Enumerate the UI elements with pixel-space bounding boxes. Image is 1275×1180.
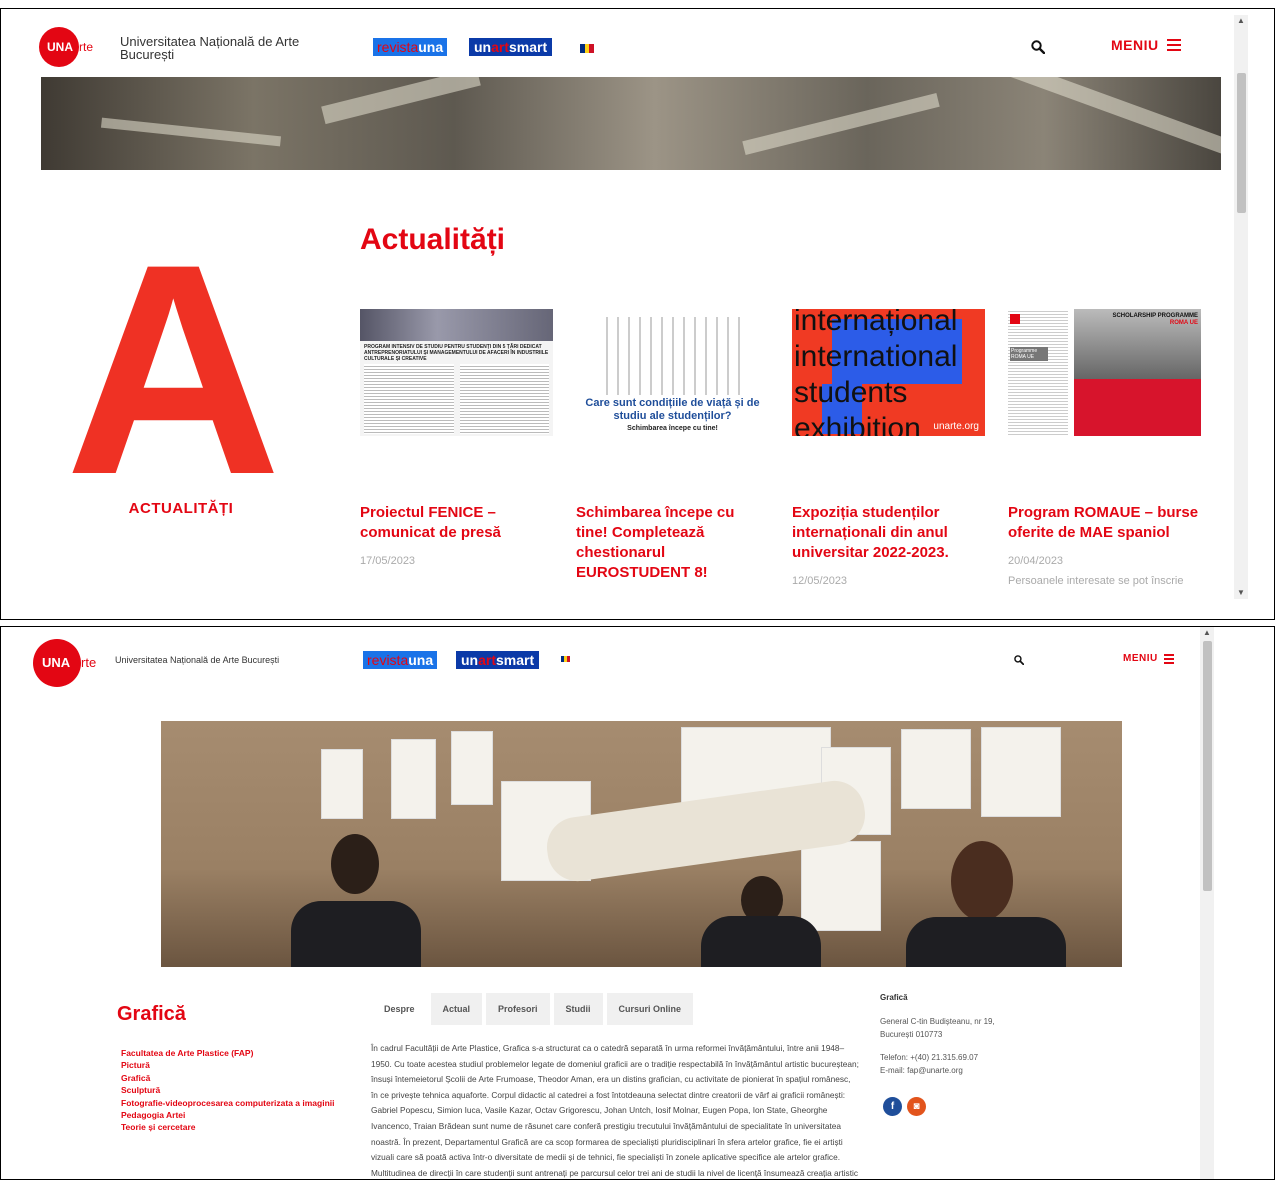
art-text: art [491, 39, 510, 55]
revista-una-link[interactable]: revistauna [363, 651, 438, 669]
una-text: una [408, 652, 434, 668]
scrollbar[interactable]: ▲ ▼ [1234, 15, 1248, 599]
department-link[interactable]: Grafică [121, 1072, 335, 1084]
un-text: un [461, 652, 479, 668]
logo-rte-text: rte [81, 655, 97, 670]
contact-phone: Telefon: +(40) 21.315.69.07 [880, 1053, 979, 1062]
thumbnail-subtitle: Schimbarea începe cu tine! [627, 425, 718, 432]
news-title[interactable]: Program ROMAUE – burse oferite de MAE sp… [1008, 503, 1201, 543]
smart-text: smart [509, 39, 548, 55]
contact-address: General C-tin Budișteanu, nr 19, [880, 1017, 995, 1026]
hero-image [161, 721, 1122, 967]
hamburger-icon [1163, 654, 1174, 664]
news-title[interactable]: Proiectul FENICE – comunicat de presă [360, 503, 553, 543]
scrollbar-thumb[interactable] [1237, 73, 1246, 213]
tab-studii[interactable]: Studii [553, 993, 603, 1025]
contact-address: București 010773 [880, 1030, 943, 1039]
revista-text: revista [367, 652, 409, 668]
menu-label: MENIU [1111, 37, 1159, 53]
site-title[interactable]: Universitatea Națională de Arte Bucureșt… [120, 35, 320, 61]
news-date: 12/05/2023 [792, 575, 848, 587]
news-thumbnail[interactable]: PROGRAM INTENSIV DE STUDIU PENTRU STUDEN… [360, 309, 553, 436]
una-text: una [418, 39, 444, 55]
department-screen: UNA rte Universitatea Națională de Arte … [0, 626, 1275, 1180]
department-title: Grafică [117, 1003, 186, 1025]
department-link[interactable]: Pedagogia Artei [121, 1109, 335, 1121]
thumb-line: internațional [794, 309, 958, 337]
thumb-line: students [794, 376, 908, 409]
department-link[interactable]: Sculptură [121, 1084, 335, 1096]
department-links: Facultatea de Arte Plastice (FAP) Pictur… [121, 1047, 335, 1134]
smart-text: smart [496, 652, 535, 668]
hero-image [41, 77, 1221, 170]
department-link[interactable]: Pictură [121, 1059, 335, 1071]
scroll-up-icon[interactable]: ▲ [1234, 15, 1248, 27]
thumb-label: ROMA UE [1169, 320, 1198, 326]
unarte-logo[interactable]: UNA rte [39, 27, 93, 67]
menu-button[interactable]: MENIU [1111, 37, 1181, 53]
thumb-prog: Programme ROMA UE [1010, 347, 1048, 361]
scroll-up-icon[interactable]: ▲ [1200, 627, 1214, 639]
social-links: f ◙ [883, 1097, 926, 1116]
unarte-logo[interactable]: UNA rte [33, 639, 96, 687]
hamburger-icon [1166, 39, 1181, 51]
tab-profesori[interactable]: Profesori [486, 993, 550, 1025]
logo-rte-text: rte [79, 40, 94, 54]
department-link[interactable]: Fotografie-videoprocesarea computerizata… [121, 1097, 335, 1109]
site-title[interactable]: Universitatea Națională de Arte Bucureșt… [115, 655, 279, 665]
department-link[interactable]: Teorie și cercetare [121, 1121, 335, 1133]
news-title[interactable]: Schimbarea începe cu tine! Completează c… [576, 503, 769, 583]
news-card[interactable]: Programme ROMA UE SCHOLARSHIP PROGRAMME R… [1008, 309, 1201, 587]
news-screen: UNA rte Universitatea Națională de Arte … [0, 8, 1275, 620]
tab-despre[interactable]: Despre [372, 993, 427, 1025]
contact-box: Grafică General C-tin Budișteanu, nr 19,… [880, 991, 1060, 1077]
unartsmart-link[interactable]: unartsmart [469, 38, 553, 56]
thumb-tag: unarte.org [933, 421, 979, 432]
page-title: Actualități [360, 223, 506, 256]
facebook-icon[interactable]: f [883, 1097, 902, 1116]
news-card[interactable]: Care sunt condițiile de viață și de stud… [576, 309, 769, 583]
contact-email[interactable]: E-mail: fap@unarte.org [880, 1064, 1060, 1077]
section-label[interactable]: ACTUALITĂȚI [41, 500, 321, 517]
search-icon[interactable] [1031, 40, 1045, 54]
romanian-flag-icon[interactable] [561, 656, 570, 662]
news-date: 20/04/2023 [1008, 555, 1064, 567]
menu-button[interactable]: MENIU [1123, 653, 1174, 664]
tab-cursuri-online[interactable]: Cursuri Online [606, 993, 694, 1025]
news-thumbnail[interactable]: Care sunt condițiile de viață și de stud… [576, 309, 769, 436]
thumb-label: SCHOLARSHIP PROGRAMME [1112, 313, 1198, 319]
news-thumbnail[interactable]: Programme ROMA UE SCHOLARSHIP PROGRAMME R… [1008, 309, 1201, 436]
news-date: 17/05/2023 [360, 555, 416, 567]
un-text: un [474, 39, 492, 55]
news-title[interactable]: Expoziția studenților internaționali din… [792, 503, 985, 563]
department-link[interactable]: Facultatea de Arte Plastice (FAP) [121, 1047, 335, 1059]
thumb-line: international [794, 340, 958, 373]
contact-title: Grafică [880, 993, 908, 1002]
department-tabs: Despre Actual Profesori Studii Cursuri O… [372, 993, 694, 1025]
revista-una-link[interactable]: revistauna [373, 38, 448, 56]
news-card[interactable]: PROGRAM INTENSIV DE STUDIU PENTRU STUDEN… [360, 309, 553, 567]
department-description: În cadrul Facultății de Arte Plastice, G… [371, 1043, 859, 1178]
menu-label: MENIU [1123, 653, 1158, 664]
logo-una-text: UNA [42, 655, 71, 670]
scroll-down-icon[interactable]: ▼ [1234, 587, 1248, 599]
thumbnail-heading: PROGRAM INTENSIV DE STUDIU PENTRU STUDEN… [364, 344, 549, 362]
search-icon[interactable] [1014, 655, 1024, 665]
thumbnail-question: Care sunt condițiile de viață și de stud… [585, 397, 760, 422]
section-big-letter: A [65, 201, 282, 537]
news-excerpt: Persoanele interesate se pot înscrie [1008, 575, 1184, 587]
logo-una-text: UNA [47, 40, 73, 54]
tab-actual[interactable]: Actual [430, 993, 483, 1025]
news-thumbnail[interactable]: internațional international students exh… [792, 309, 985, 436]
scrollbar-thumb[interactable] [1203, 641, 1212, 891]
unartsmart-link[interactable]: unartsmart [456, 651, 540, 669]
revista-text: revista [377, 39, 419, 55]
romanian-flag-icon[interactable] [580, 44, 594, 53]
art-text: art [478, 652, 497, 668]
scrollbar[interactable]: ▲ [1200, 627, 1214, 1179]
news-card[interactable]: internațional international students exh… [792, 309, 985, 587]
instagram-icon[interactable]: ◙ [907, 1097, 926, 1116]
